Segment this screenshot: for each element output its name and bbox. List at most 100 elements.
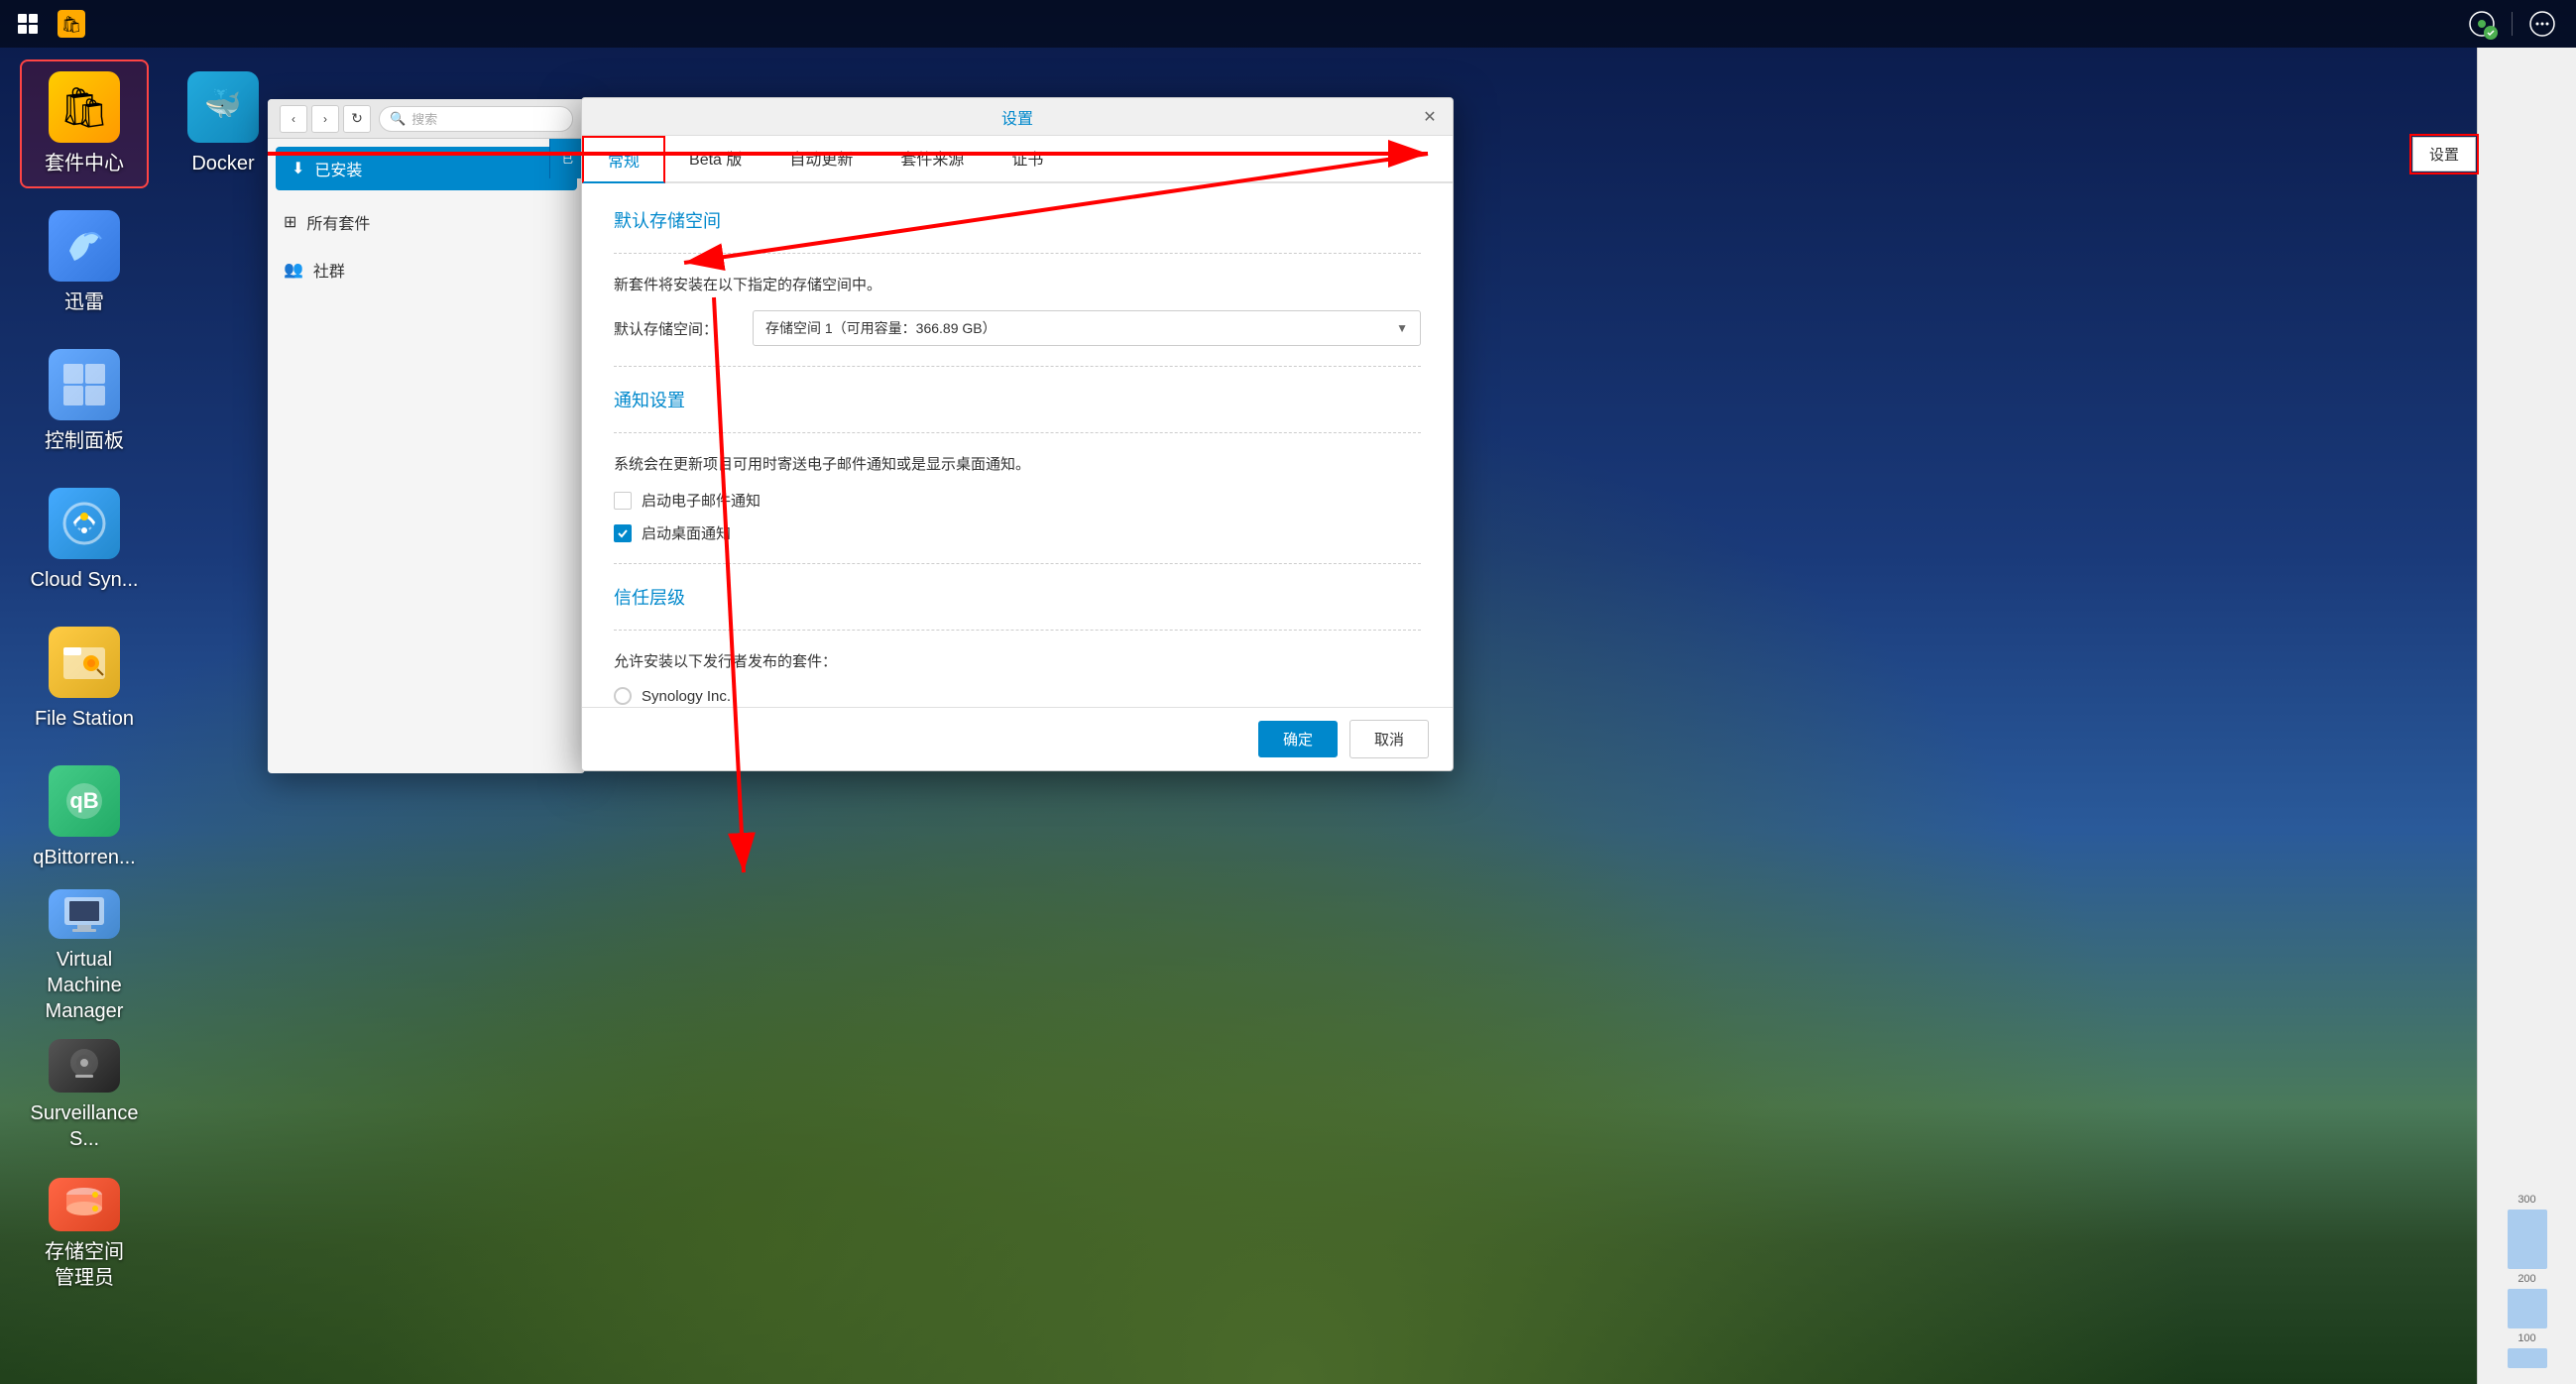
docker-icon-img: 🐳 bbox=[187, 71, 259, 143]
package-taskbar-icon[interactable]: 🛍 bbox=[52, 4, 91, 44]
desktop-icon-storage-manager[interactable]: 存储空间 管理员 bbox=[20, 1170, 149, 1299]
default-storage-desc: 新套件将安装在以下指定的存储空间中。 bbox=[614, 274, 1421, 294]
chart-label-200: 200 bbox=[2517, 1273, 2535, 1285]
desktop-icon-control-panel[interactable]: 控制面板 bbox=[20, 337, 149, 466]
taskbar: 🛍 bbox=[0, 0, 2576, 48]
trust-synology-only-label: Synology Inc. bbox=[642, 688, 731, 705]
tab-auto-update[interactable]: 自动更新 bbox=[765, 136, 877, 183]
control-panel-icon-img bbox=[49, 349, 120, 420]
control-panel-label: 控制面板 bbox=[45, 428, 124, 454]
storage-select[interactable]: 存储空间 1（可用容量：366.89 GB） ▼ bbox=[753, 310, 1421, 346]
desktop-icon-surveillance[interactable]: Surveillance S... bbox=[20, 1031, 149, 1160]
status-icon[interactable] bbox=[2464, 6, 2500, 42]
taskbar-right bbox=[2448, 6, 2576, 42]
storage-manager-icon-img bbox=[49, 1178, 120, 1231]
already-installed-badge: 已 bbox=[549, 139, 585, 178]
taskbar-left: 🛍 bbox=[0, 4, 99, 44]
trust-title: 信任层级 bbox=[614, 584, 1421, 610]
chart-label-300: 300 bbox=[2517, 1194, 2535, 1206]
all-packages-label: 所有套件 bbox=[306, 210, 370, 234]
storage-select-value: 存储空间 1（可用容量：366.89 GB） bbox=[765, 318, 1396, 338]
desktop-icon-package-center[interactable]: 🛍 套件中心 bbox=[20, 59, 149, 188]
svg-text:qB: qB bbox=[69, 788, 98, 813]
apps-icon[interactable] bbox=[8, 4, 48, 44]
notification-title: 通知设置 bbox=[614, 387, 1421, 412]
chart-bar-300 bbox=[2508, 1210, 2547, 1269]
dialog-titlebar: 设置 ✕ bbox=[582, 98, 1453, 136]
tab-general[interactable]: 常规 bbox=[582, 136, 665, 183]
email-notification-checkbox[interactable] bbox=[614, 492, 632, 510]
qbittorrent-icon-img: qB bbox=[49, 765, 120, 837]
pkg-window-header: ‹ › ↻ 🔍 搜索 bbox=[268, 99, 585, 139]
pkg-refresh-btn[interactable]: ↻ bbox=[343, 105, 371, 133]
storage-manager-label: 存储空间 管理员 bbox=[45, 1239, 124, 1291]
installed-icon: ⬇ bbox=[292, 159, 304, 178]
desktop-icon-qbittorrent[interactable]: qB qBittorren... bbox=[20, 753, 149, 882]
email-notification-row: 启动电子邮件通知 bbox=[614, 490, 1421, 511]
dialog-title: 设置 bbox=[1001, 105, 1033, 129]
email-notification-label: 启动电子邮件通知 bbox=[642, 490, 761, 511]
pkg-community-item[interactable]: 👥 社群 bbox=[268, 246, 585, 293]
default-storage-title: 默认存储空间 bbox=[614, 207, 1421, 233]
all-packages-icon: ⊞ bbox=[284, 212, 296, 232]
chart-label-100: 100 bbox=[2517, 1332, 2535, 1344]
storage-label: 默认存储空间： bbox=[614, 318, 753, 339]
pkg-search-bar[interactable]: 🔍 搜索 bbox=[379, 106, 573, 132]
dialog-close-btn[interactable]: ✕ bbox=[1419, 106, 1441, 128]
desktop-notification-row: 启动桌面通知 bbox=[614, 522, 1421, 543]
desktop-icon-vm-manager[interactable]: Virtual Machine Manager bbox=[20, 892, 149, 1021]
pkg-installed-btn[interactable]: ⬇ 已安装 bbox=[276, 147, 577, 190]
notification-desc: 系统会在更新项目可用时寄送电子邮件通知或是显示桌面通知。 bbox=[614, 453, 1421, 474]
pkg-all-packages-item[interactable]: ⊞ 所有套件 bbox=[268, 198, 585, 246]
message-icon[interactable] bbox=[2524, 6, 2560, 42]
trust-synology-only-radio[interactable] bbox=[614, 687, 632, 705]
vm-manager-icon-img bbox=[49, 889, 120, 939]
pkg-search-icon: 🔍 bbox=[390, 111, 406, 127]
dialog-footer: 确定 取消 bbox=[582, 707, 1453, 770]
pkg-forward-btn[interactable]: › bbox=[311, 105, 339, 133]
trust-desc: 允许安装以下发行者发布的套件： bbox=[614, 650, 1421, 671]
cloud-sync-label: Cloud Syn... bbox=[31, 567, 139, 593]
dialog-tabs: 常规 Beta 版 自动更新 套件来源 证书 bbox=[582, 136, 1453, 183]
right-panel: 300 200 100 bbox=[2477, 48, 2576, 1384]
docker-label: Docker bbox=[191, 151, 254, 176]
settings-button[interactable]: 设置 bbox=[2412, 137, 2476, 172]
cloud-sync-icon-img bbox=[49, 488, 120, 559]
confirm-button[interactable]: 确定 bbox=[1258, 721, 1338, 757]
storage-select-arrow: ▼ bbox=[1396, 321, 1408, 335]
desktop-icons: 🛍 套件中心 迅雷 控制面板 bbox=[20, 59, 288, 1384]
file-station-label: File Station bbox=[35, 706, 134, 732]
package-center-icon-img: 🛍 bbox=[49, 71, 120, 143]
thunder-label: 迅雷 bbox=[64, 289, 104, 315]
settings-dialog: 设置 ✕ 常规 Beta 版 自动更新 套件来源 证书 默认存储空间 新套件将安… bbox=[581, 97, 1454, 771]
surveillance-icon-img bbox=[49, 1039, 120, 1093]
surveillance-label: Surveillance S... bbox=[28, 1100, 141, 1152]
trust-synology-only-row[interactable]: Synology Inc. bbox=[614, 687, 1421, 705]
desktop-icon-cloud-sync[interactable]: Cloud Syn... bbox=[20, 476, 149, 605]
svg-text:🐳: 🐳 bbox=[204, 87, 241, 121]
chart-bar-100 bbox=[2508, 1348, 2547, 1368]
community-icon: 👥 bbox=[284, 260, 303, 280]
desktop-notification-checkbox[interactable] bbox=[614, 524, 632, 542]
settings-button-container: 设置 bbox=[2409, 134, 2479, 174]
pkg-search-placeholder: 搜索 bbox=[411, 109, 437, 128]
tab-beta[interactable]: Beta 版 bbox=[665, 136, 765, 183]
desktop-icon-thunder[interactable]: 迅雷 bbox=[20, 198, 149, 327]
tab-source[interactable]: 套件来源 bbox=[877, 136, 988, 183]
pkg-sidebar: ⬇ 已安装 ⊞ 所有套件 👥 社群 bbox=[268, 147, 585, 293]
dialog-content: 默认存储空间 新套件将安装在以下指定的存储空间中。 默认存储空间： 存储空间 1… bbox=[582, 183, 1453, 747]
taskbar-divider bbox=[2512, 12, 2513, 36]
qbittorrent-label: qBittorren... bbox=[33, 845, 135, 870]
svg-text:🛍: 🛍 bbox=[61, 16, 81, 34]
desktop-notification-label: 启动桌面通知 bbox=[642, 522, 731, 543]
chart-bar-200 bbox=[2508, 1289, 2547, 1328]
vm-manager-label: Virtual Machine Manager bbox=[28, 947, 141, 1024]
pkg-back-btn[interactable]: ‹ bbox=[280, 105, 307, 133]
package-center-label: 套件中心 bbox=[45, 151, 124, 176]
storage-form-row: 默认存储空间： 存储空间 1（可用容量：366.89 GB） ▼ bbox=[614, 310, 1421, 346]
desktop-icon-file-station[interactable]: File Station bbox=[20, 615, 149, 744]
tab-cert[interactable]: 证书 bbox=[988, 136, 1067, 183]
package-center-window: ‹ › ↻ 🔍 搜索 已 ⬇ 已安装 ⊞ 所有套件 👥 社群 bbox=[268, 99, 585, 773]
file-station-icon-img bbox=[49, 627, 120, 698]
cancel-button[interactable]: 取消 bbox=[1349, 720, 1429, 758]
